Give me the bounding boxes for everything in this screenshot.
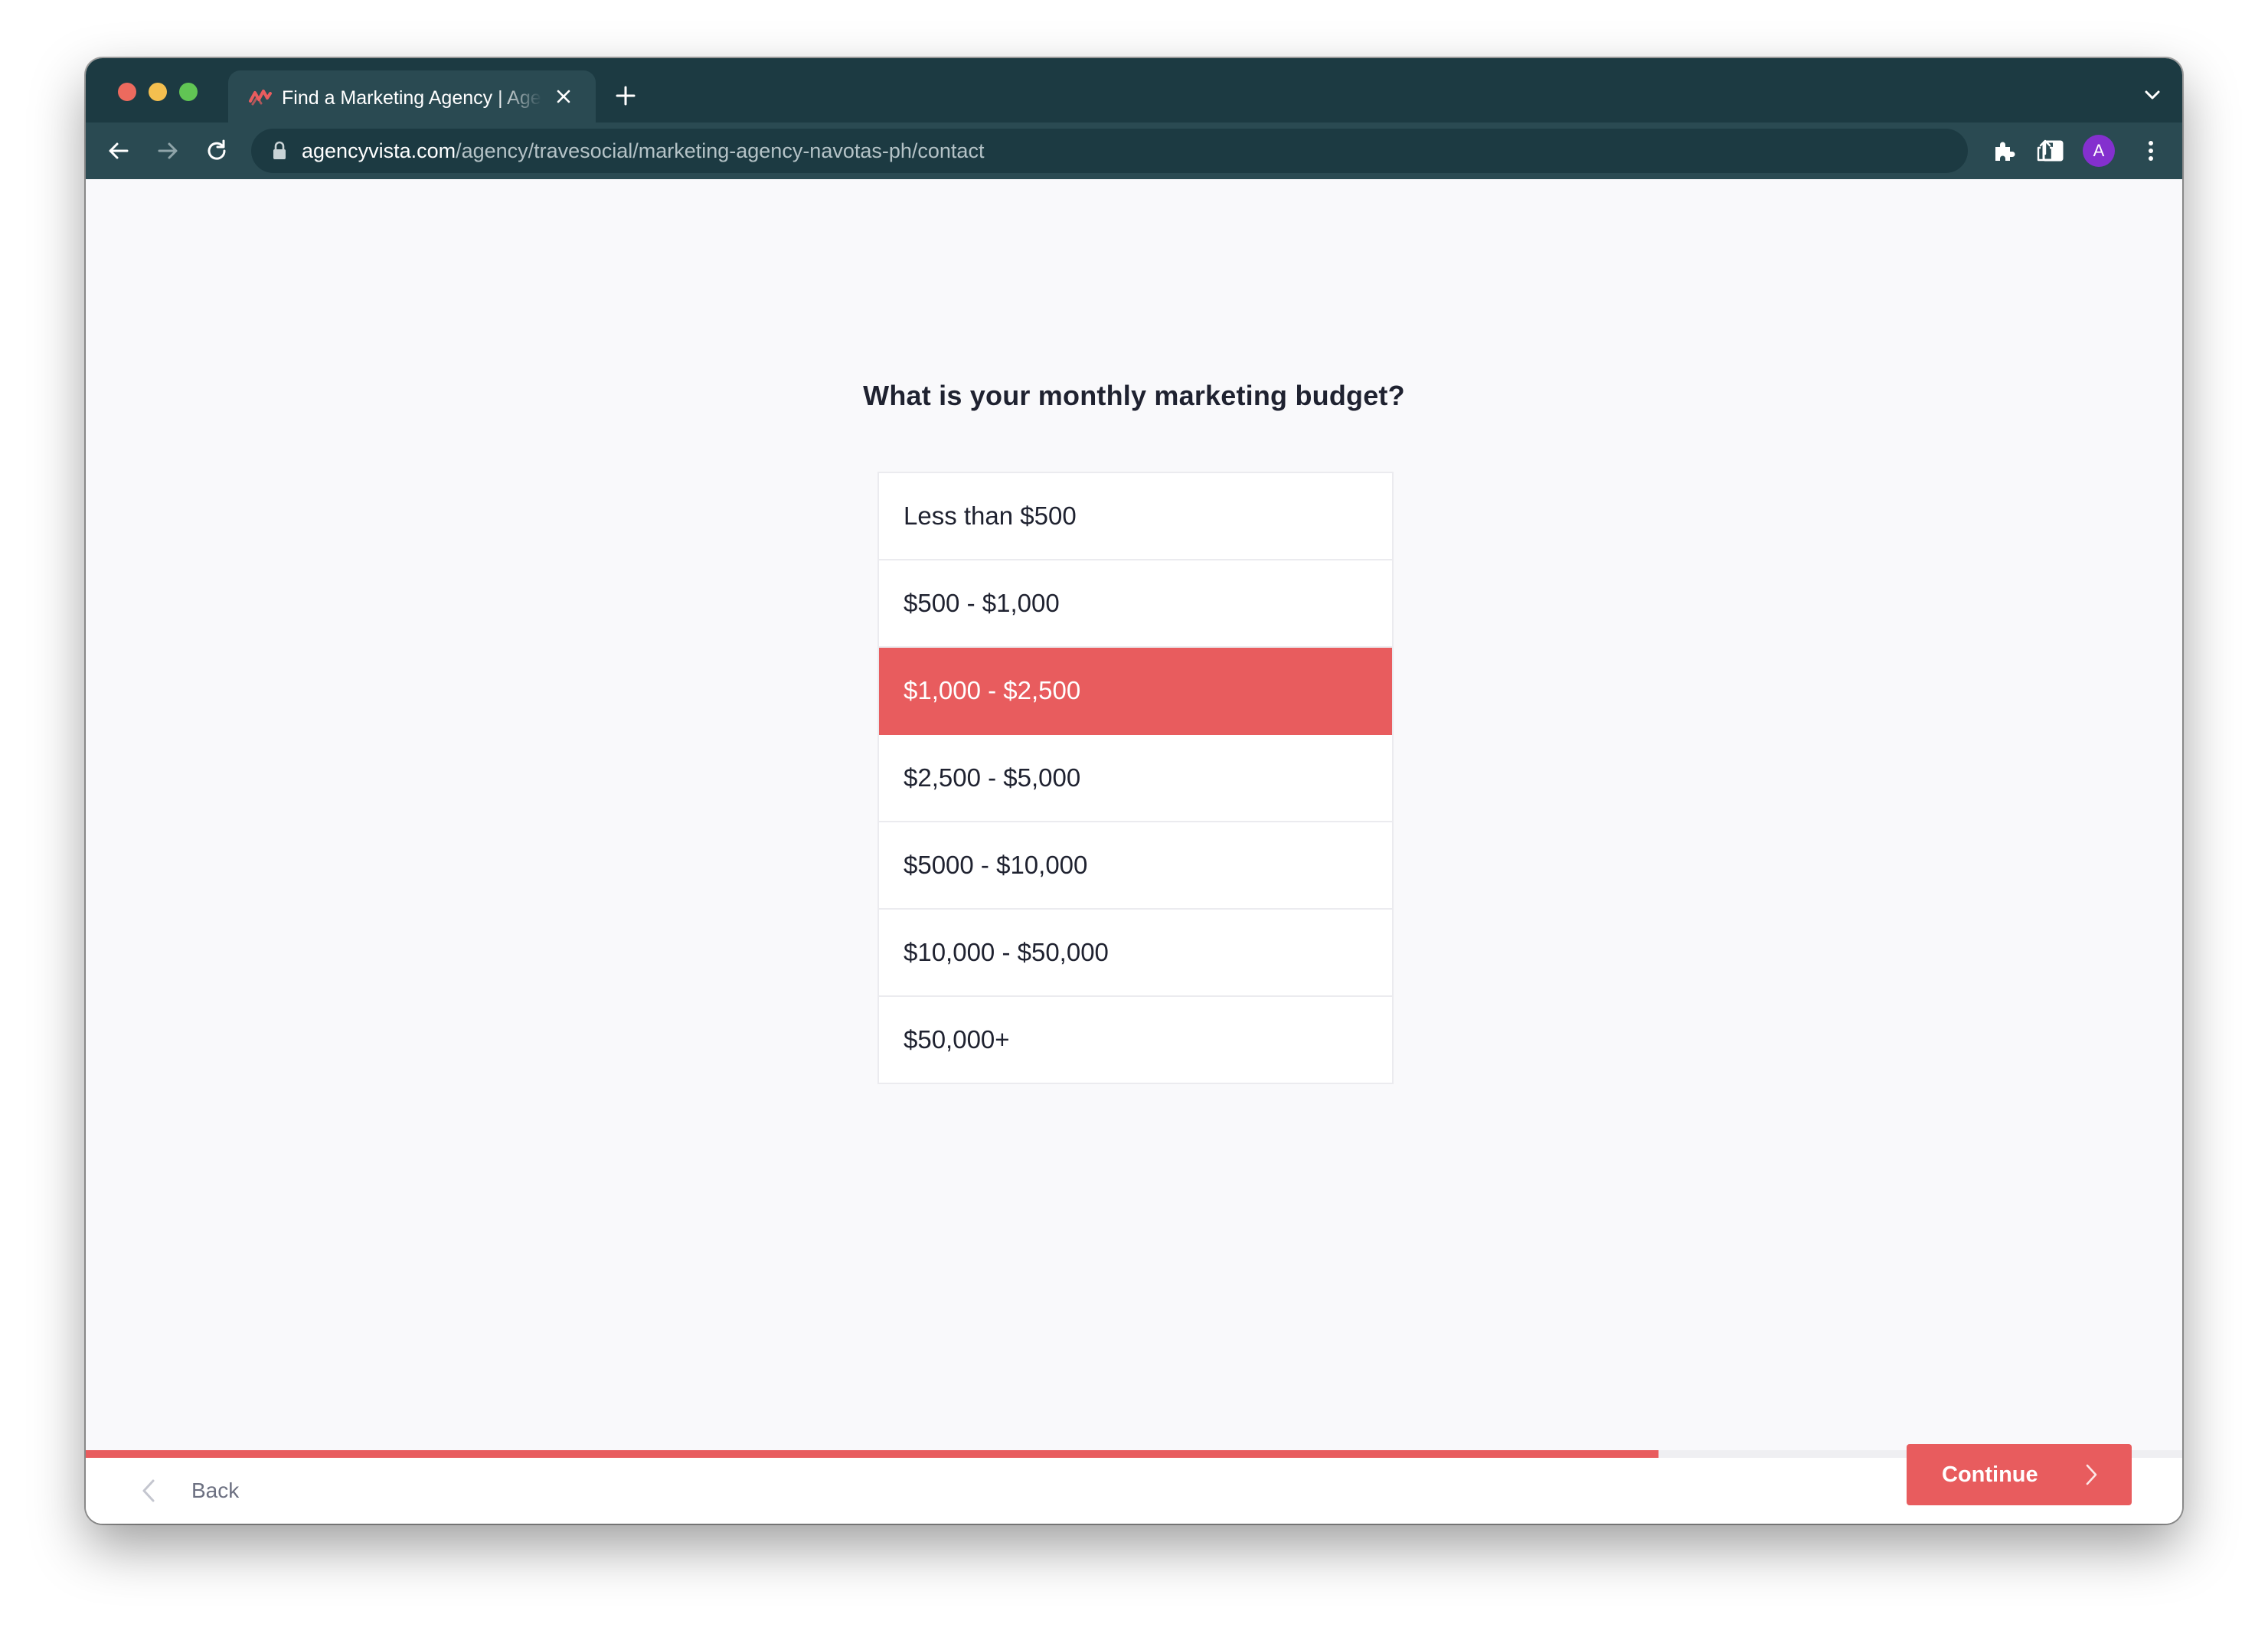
- continue-label: Continue: [1942, 1462, 2038, 1487]
- progress-bar-fill: [86, 1450, 1659, 1458]
- close-window-button[interactable]: [118, 83, 136, 101]
- browser-tab-active[interactable]: Find a Marketing Agency | Agency Vista: [228, 70, 596, 123]
- continue-button[interactable]: Continue: [1907, 1444, 2132, 1505]
- browser-window: Find a Marketing Agency | Agency Vista: [86, 58, 2182, 1524]
- arrow-right-icon[interactable]: [155, 138, 181, 164]
- page-content: What is your monthly marketing budget? L…: [86, 179, 2182, 1524]
- tab-title: Find a Marketing Agency | Agency Vista: [282, 87, 542, 109]
- close-icon[interactable]: [553, 86, 574, 107]
- budget-option-5000-10000[interactable]: $5000 - $10,000: [879, 822, 1392, 910]
- budget-option-500-1000[interactable]: $500 - $1,000: [879, 560, 1392, 648]
- option-label: $5000 - $10,000: [904, 851, 1088, 879]
- address-bar[interactable]: agencyvista.com/agency/travesocial/marke…: [251, 129, 2106, 173]
- side-panel-icon[interactable]: [2040, 138, 2066, 164]
- profile-avatar[interactable]: A: [2083, 135, 2115, 167]
- browser-toolbar: agencyvista.com/agency/travesocial/marke…: [86, 123, 2182, 179]
- chevron-right-icon: [2086, 1464, 2097, 1485]
- budget-option-2500-5000[interactable]: $2,500 - $5,000: [879, 735, 1392, 822]
- budget-option-1000-2500[interactable]: $1,000 - $2,500: [879, 648, 1392, 735]
- url-path: /agency/travesocial/marketing-agency-nav…: [456, 139, 985, 162]
- puzzle-icon[interactable]: [1991, 138, 2017, 164]
- option-label: $50,000+: [904, 1025, 1010, 1054]
- form-footer: Back Continue: [86, 1444, 2182, 1524]
- question-heading: What is your monthly marketing budget?: [863, 380, 1405, 411]
- url-host: agencyvista.com: [302, 139, 456, 162]
- maximize-window-button[interactable]: [179, 83, 198, 101]
- reload-icon[interactable]: [204, 138, 230, 164]
- chevron-left-icon: [142, 1479, 155, 1502]
- agency-vista-logo-icon: [249, 90, 272, 106]
- budget-option-10000-50000[interactable]: $10,000 - $50,000: [879, 910, 1392, 997]
- budget-options-list: Less than $500 $500 - $1,000 $1,000 - $2…: [877, 472, 1394, 1084]
- budget-option-50000-plus[interactable]: $50,000+: [879, 997, 1392, 1083]
- kebab-menu-icon[interactable]: [2138, 138, 2164, 164]
- back-label: Back: [191, 1479, 240, 1502]
- url-text[interactable]: agencyvista.com/agency/travesocial/marke…: [302, 138, 984, 164]
- option-label: $1,000 - $2,500: [904, 676, 1081, 704]
- arrow-left-icon[interactable]: [106, 138, 132, 164]
- chevron-down-icon[interactable]: [2142, 87, 2162, 103]
- option-label: $2,500 - $5,000: [904, 763, 1081, 792]
- lock-icon[interactable]: [271, 141, 288, 161]
- minimize-window-button[interactable]: [149, 83, 167, 101]
- progress-bar: [86, 1450, 2182, 1458]
- option-label: $500 - $1,000: [904, 589, 1060, 617]
- option-label: Less than $500: [904, 502, 1077, 530]
- tab-strip: Find a Marketing Agency | Agency Vista: [86, 58, 2182, 123]
- option-label: $10,000 - $50,000: [904, 938, 1109, 966]
- budget-option-less-than-500[interactable]: Less than $500: [879, 473, 1392, 560]
- new-tab-plus-icon[interactable]: [614, 84, 637, 107]
- back-button[interactable]: Back: [139, 1464, 239, 1518]
